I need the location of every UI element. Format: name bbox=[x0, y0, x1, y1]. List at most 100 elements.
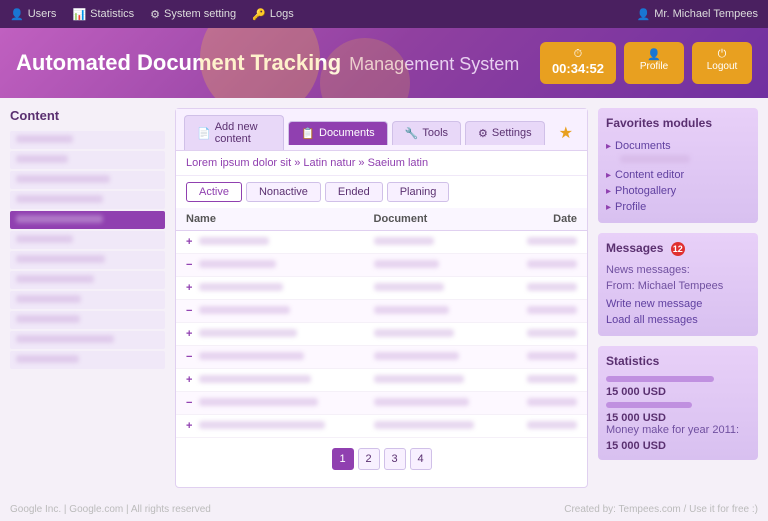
nav-logs[interactable]: 🔑 Logs bbox=[252, 8, 294, 21]
top-nav: 👤 Users 📊 Statistics ⚙ System setting 🔑 … bbox=[0, 0, 768, 28]
filter-ended[interactable]: Ended bbox=[325, 182, 383, 202]
nav-statistics[interactable]: 📊 Statistics bbox=[72, 8, 134, 21]
favorites-title: Favorites modules bbox=[606, 116, 750, 130]
tab-documents[interactable]: 📋 Documents bbox=[288, 121, 387, 145]
arrow-icon: ▸ bbox=[606, 186, 611, 197]
main-layout: Content 📄 Add new content 📋 Documents 🔧 … bbox=[0, 98, 768, 498]
col-name: Name bbox=[176, 208, 364, 231]
right-panel: Favorites modules ▸ Documents ▸ Content … bbox=[598, 108, 758, 488]
sidebar-item-8[interactable] bbox=[10, 291, 165, 309]
news-messages-label: News messages: bbox=[606, 264, 750, 276]
table-row[interactable]: + bbox=[176, 369, 587, 392]
nav-users[interactable]: 👤 Users bbox=[10, 8, 56, 21]
favorite-star-button[interactable]: ★ bbox=[553, 123, 579, 143]
sidebar-item-1[interactable] bbox=[10, 151, 165, 169]
clock-icon: ⏱ bbox=[574, 48, 583, 61]
page-3[interactable]: 3 bbox=[384, 448, 406, 470]
breadcrumb: Lorem ipsum dolor sit » Latin natur » Sa… bbox=[176, 151, 587, 176]
table-row[interactable]: − bbox=[176, 346, 587, 369]
documents-icon: 📋 bbox=[301, 127, 315, 140]
gear-icon: ⚙ bbox=[150, 8, 160, 21]
title-main: Automated Document Tracking bbox=[16, 50, 341, 76]
sidebar-item-11[interactable] bbox=[10, 351, 165, 369]
key-icon: 🔑 bbox=[252, 8, 266, 21]
arrow-icon: ▸ bbox=[606, 141, 611, 152]
document-table: Name Document Date + − + − + − + − + bbox=[176, 208, 587, 438]
messages-badge: 12 bbox=[671, 242, 685, 256]
tab-add-new-content[interactable]: 📄 Add new content bbox=[184, 115, 284, 150]
fav-documents[interactable]: ▸ Documents bbox=[606, 138, 750, 154]
col-document: Document bbox=[364, 208, 505, 231]
page-1[interactable]: 1 bbox=[332, 448, 354, 470]
footer: Google Inc. | Google.com | All rights re… bbox=[0, 498, 768, 521]
header: Automated Document Tracking Management S… bbox=[0, 28, 768, 98]
write-message-link[interactable]: Write new message bbox=[606, 296, 750, 312]
users-icon: 👤 bbox=[10, 8, 24, 21]
fav-documents-sub bbox=[620, 154, 750, 167]
footer-left: Google Inc. | Google.com | All rights re… bbox=[10, 504, 211, 515]
table-row[interactable]: + bbox=[176, 415, 587, 438]
fav-profile[interactable]: ▸ Profile bbox=[606, 199, 750, 215]
messages-title: Messages 12 bbox=[606, 241, 750, 256]
logout-icon: ⏻ bbox=[718, 48, 727, 61]
arrow-icon: ▸ bbox=[606, 202, 611, 213]
statistics-icon: 📊 bbox=[72, 8, 86, 21]
header-title: Automated Document Tracking Management S… bbox=[16, 50, 519, 76]
user-info: 👤 Mr. Michael Tempees bbox=[637, 8, 758, 21]
profile-icon: 👤 bbox=[647, 48, 661, 61]
pagination: 1 2 3 4 bbox=[176, 438, 587, 480]
time-button[interactable]: ⏱ 00:34:52 bbox=[540, 42, 616, 84]
page-4[interactable]: 4 bbox=[410, 448, 432, 470]
title-sub: Management System bbox=[349, 54, 519, 75]
logout-button[interactable]: ⏻ Logout bbox=[692, 42, 752, 84]
user-icon: 👤 bbox=[637, 8, 651, 21]
page-2[interactable]: 2 bbox=[358, 448, 380, 470]
sidebar-item-10[interactable] bbox=[10, 331, 165, 349]
sidebar-item-0[interactable] bbox=[10, 131, 165, 149]
add-icon: 📄 bbox=[197, 127, 211, 140]
sidebar-title: Content bbox=[10, 108, 165, 123]
table-row[interactable]: + bbox=[176, 231, 587, 254]
header-buttons: ⏱ 00:34:52 👤 Profile ⏻ Logout bbox=[540, 42, 752, 84]
stat-value-2: 15 000 USD bbox=[606, 412, 750, 424]
table-row[interactable]: + bbox=[176, 323, 587, 346]
filter-nonactive[interactable]: Nonactive bbox=[246, 182, 321, 202]
sidebar-item-6[interactable] bbox=[10, 251, 165, 269]
profile-button[interactable]: 👤 Profile bbox=[624, 42, 684, 84]
col-date: Date bbox=[505, 208, 587, 231]
tools-icon: 🔧 bbox=[405, 127, 419, 140]
sidebar-item-2[interactable] bbox=[10, 171, 165, 189]
sidebar-item-3[interactable] bbox=[10, 191, 165, 209]
table-row[interactable]: − bbox=[176, 300, 587, 323]
favorites-section: Favorites modules ▸ Documents ▸ Content … bbox=[598, 108, 758, 223]
statistics-section: Statistics 15 000 USD 15 000 USD Money m… bbox=[598, 346, 758, 460]
filter-active[interactable]: Active bbox=[186, 182, 242, 202]
sidebar-items bbox=[10, 131, 165, 369]
table-row[interactable]: + bbox=[176, 277, 587, 300]
from-label: From: Michael Tempees bbox=[606, 280, 750, 292]
arrow-icon: ▸ bbox=[606, 170, 611, 181]
tab-settings[interactable]: ⚙ Settings bbox=[465, 121, 545, 145]
fav-content-editor[interactable]: ▸ Content editor bbox=[606, 167, 750, 183]
stat-value-1: 15 000 USD bbox=[606, 386, 750, 398]
stat-bar-2 bbox=[606, 402, 692, 408]
tab-tools[interactable]: 🔧 Tools bbox=[392, 121, 461, 145]
blur-bar bbox=[620, 155, 690, 163]
sidebar-item-7[interactable] bbox=[10, 271, 165, 289]
sidebar-item-4[interactable] bbox=[10, 211, 165, 229]
content-area: 📄 Add new content 📋 Documents 🔧 Tools ⚙ … bbox=[175, 108, 588, 488]
nav-system-setting[interactable]: ⚙ System setting bbox=[150, 8, 236, 21]
load-messages-link[interactable]: Load all messages bbox=[606, 312, 750, 328]
messages-section: Messages 12 News messages: From: Michael… bbox=[598, 233, 758, 336]
sidebar-item-5[interactable] bbox=[10, 231, 165, 249]
fav-photogallery[interactable]: ▸ Photogallery bbox=[606, 183, 750, 199]
table-row[interactable]: − bbox=[176, 392, 587, 415]
filter-tabs: Active Nonactive Ended Planing bbox=[176, 176, 587, 208]
filter-planing[interactable]: Planing bbox=[387, 182, 450, 202]
content-tabs: 📄 Add new content 📋 Documents 🔧 Tools ⚙ … bbox=[176, 109, 587, 151]
stat-bar-1 bbox=[606, 376, 714, 382]
table-row[interactable]: − bbox=[176, 254, 587, 277]
money-value: 15 000 USD bbox=[606, 440, 750, 452]
money-label: Money make for year 2011: bbox=[606, 424, 750, 436]
sidebar-item-9[interactable] bbox=[10, 311, 165, 329]
